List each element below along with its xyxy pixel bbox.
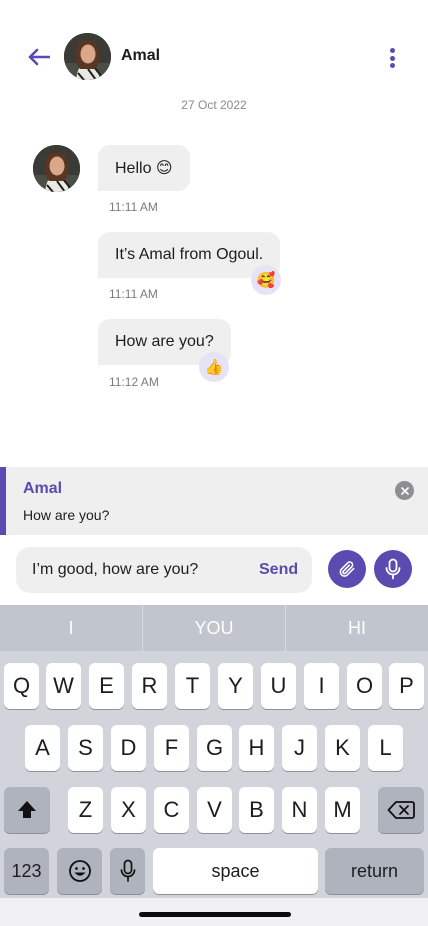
key[interactable]: L bbox=[368, 725, 403, 771]
key[interactable]: G bbox=[197, 725, 232, 771]
space-key[interactable]: space bbox=[153, 848, 318, 894]
message-time: 11:11 AM bbox=[109, 200, 158, 214]
key[interactable]: F bbox=[154, 725, 189, 771]
message-bubble[interactable]: Hello 😊 bbox=[98, 145, 190, 191]
conversation-date: 27 Oct 2022 bbox=[181, 98, 247, 112]
voice-message-button[interactable] bbox=[374, 550, 412, 588]
back-button[interactable] bbox=[26, 44, 52, 70]
key[interactable]: B bbox=[239, 787, 274, 833]
sender-avatar[interactable] bbox=[33, 145, 80, 192]
key[interactable]: K bbox=[325, 725, 360, 771]
key[interactable]: T bbox=[175, 663, 210, 709]
key[interactable]: P bbox=[389, 663, 424, 709]
backspace-icon bbox=[387, 801, 415, 819]
key[interactable]: I bbox=[304, 663, 339, 709]
paperclip-icon bbox=[339, 561, 355, 577]
key[interactable]: E bbox=[89, 663, 124, 709]
contact-avatar[interactable] bbox=[64, 33, 111, 80]
reply-message-text: How are you? bbox=[23, 507, 110, 523]
reply-accent-bar bbox=[0, 467, 6, 535]
key[interactable]: J bbox=[282, 725, 317, 771]
send-button[interactable]: Send bbox=[259, 561, 298, 579]
contact-name[interactable]: Amal bbox=[121, 47, 160, 65]
key[interactable]: A bbox=[25, 725, 60, 771]
microphone-icon bbox=[120, 859, 135, 882]
reaction-badge[interactable]: 🥰 bbox=[251, 265, 281, 295]
key[interactable]: N bbox=[282, 787, 317, 833]
message-time: 11:11 AM bbox=[109, 287, 158, 301]
key[interactable]: X bbox=[111, 787, 146, 833]
key[interactable]: M bbox=[325, 787, 360, 833]
numbers-key[interactable]: 123 bbox=[4, 848, 49, 894]
close-icon bbox=[400, 486, 409, 495]
key[interactable]: Z bbox=[68, 787, 103, 833]
emoji-key[interactable] bbox=[57, 848, 102, 894]
more-vertical-icon bbox=[389, 48, 395, 53]
arrow-left-icon bbox=[28, 48, 50, 66]
chat-header: Amal bbox=[0, 0, 428, 112]
reply-sender-name: Amal bbox=[23, 480, 63, 497]
more-options-button[interactable] bbox=[383, 44, 401, 72]
emoji-icon bbox=[68, 860, 91, 882]
suggestion-bar: I YOU HI bbox=[0, 605, 428, 651]
message-input[interactable]: I’m good, how are you? Send bbox=[16, 547, 312, 593]
return-key[interactable]: return bbox=[325, 848, 424, 894]
reaction-badge[interactable]: 👍 bbox=[199, 352, 229, 382]
reply-preview: Amal How are you? bbox=[0, 467, 428, 535]
suggestion-item[interactable]: I bbox=[0, 605, 143, 651]
suggestion-item[interactable]: YOU bbox=[143, 605, 286, 651]
smiling-face-with-hearts-icon: 🥰 bbox=[256, 272, 276, 289]
suggestion-item[interactable]: HI bbox=[286, 605, 428, 651]
key[interactable]: W bbox=[46, 663, 81, 709]
key[interactable]: S bbox=[68, 725, 103, 771]
backspace-key[interactable] bbox=[378, 787, 424, 833]
shift-icon bbox=[18, 801, 36, 818]
key[interactable]: D bbox=[111, 725, 146, 771]
microphone-icon bbox=[385, 558, 401, 580]
key[interactable]: C bbox=[154, 787, 189, 833]
attach-button[interactable] bbox=[328, 550, 366, 588]
key[interactable]: Y bbox=[218, 663, 253, 709]
home-indicator[interactable] bbox=[139, 912, 291, 917]
key[interactable]: Q bbox=[4, 663, 39, 709]
message-input-value: I’m good, how are you? bbox=[32, 561, 199, 578]
key[interactable]: V bbox=[197, 787, 232, 833]
close-reply-button[interactable] bbox=[395, 481, 414, 500]
shift-key[interactable] bbox=[4, 787, 50, 833]
message-time: 11:12 AM bbox=[109, 375, 159, 389]
message-text: Hello 😊 bbox=[115, 160, 173, 177]
key[interactable]: U bbox=[261, 663, 296, 709]
on-screen-keyboard: I YOU HI Q W E R T Y U I O P A S D F G H… bbox=[0, 605, 428, 926]
message-text: How are you? bbox=[115, 333, 214, 350]
thumbs-up-icon: 👍 bbox=[204, 359, 224, 376]
key[interactable]: H bbox=[239, 725, 274, 771]
key[interactable]: R bbox=[132, 663, 167, 709]
dictation-key[interactable] bbox=[110, 848, 145, 894]
message-text: It’s Amal from Ogoul. bbox=[115, 246, 264, 263]
key[interactable]: O bbox=[347, 663, 382, 709]
